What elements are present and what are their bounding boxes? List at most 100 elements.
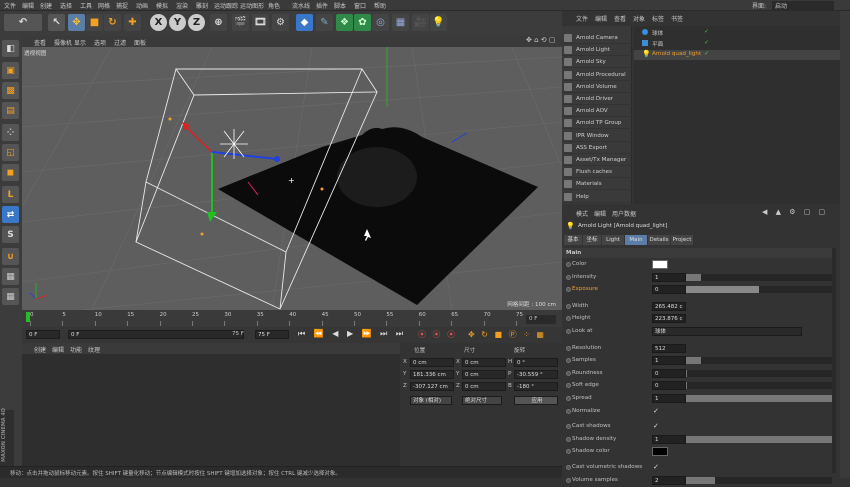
menu-item[interactable]: 运动跟踪 xyxy=(214,1,238,10)
menu-item[interactable]: 工具 xyxy=(80,1,92,10)
attr-row[interactable]: Height 223.876 c xyxy=(566,313,830,325)
object-menu-item[interactable]: 编辑 xyxy=(595,14,607,23)
attr-animation-dot[interactable] xyxy=(566,345,571,351)
axis-mode-icon[interactable]: L xyxy=(2,186,19,203)
object-menu-item[interactable]: 文件 xyxy=(576,14,588,23)
y-position-field[interactable]: 181.336 cm xyxy=(410,370,454,379)
attr-animation-dot[interactable] xyxy=(566,303,571,309)
move-tool-icon[interactable]: ✥ xyxy=(68,14,85,31)
arnold-menu-item[interactable]: Flush caches xyxy=(562,166,632,179)
coordinate-system-icon[interactable]: ⊕ xyxy=(210,14,227,31)
current-frame-field[interactable]: 0 F xyxy=(26,330,60,339)
arnold-menu-item[interactable]: Arnold Camera xyxy=(562,32,632,44)
attr-animation-dot[interactable] xyxy=(566,287,571,293)
x-axis-icon[interactable]: X xyxy=(150,14,167,31)
z-size-field[interactable]: 0 cm xyxy=(462,382,506,391)
attr-row[interactable]: Volume samples 2 xyxy=(566,475,832,487)
arnold-menu-item[interactable]: Arnold Sky xyxy=(562,56,632,69)
object-row-light[interactable]: 💡 Arnold quad_light ✓ xyxy=(634,50,840,60)
h-rotation-field[interactable]: 0 ° xyxy=(514,358,558,367)
viewport-menu-item[interactable]: 选项 xyxy=(94,38,106,47)
right-dock-strip[interactable] xyxy=(840,11,850,478)
attr-slider[interactable] xyxy=(686,382,832,390)
menu-item[interactable]: 模拟 xyxy=(156,1,168,10)
polygons-mode-icon[interactable]: ◼ xyxy=(2,164,19,181)
visibility-icon[interactable]: ✓ xyxy=(704,50,709,57)
edges-mode-icon[interactable]: ◱ xyxy=(2,144,19,161)
viewport-menu-item[interactable]: 摄像机 xyxy=(54,38,72,47)
attr-tab[interactable]: 基本 xyxy=(564,235,582,245)
menu-item[interactable]: 流水线 xyxy=(292,1,310,10)
attr-value-field[interactable]: 0 xyxy=(652,368,686,378)
attr-row[interactable]: Shadow density 1 xyxy=(566,434,832,446)
attr-row[interactable]: Color xyxy=(566,259,830,271)
color-swatch[interactable] xyxy=(652,260,668,269)
z-axis-icon[interactable]: Z xyxy=(188,14,205,31)
viewport-menu-item[interactable]: 过滤 xyxy=(114,38,126,47)
tweak-mode-icon[interactable]: ⇄ xyxy=(2,206,19,223)
visibility-icon[interactable]: ✓ xyxy=(704,28,709,35)
undo-button[interactable]: ↶ xyxy=(4,14,42,31)
attr-animation-dot[interactable] xyxy=(566,329,571,334)
pen-icon[interactable]: ✎ xyxy=(316,14,333,31)
menu-item[interactable]: 帮助 xyxy=(374,1,386,10)
snap-icon[interactable]: S xyxy=(2,226,19,243)
magnet-icon[interactable]: ∪ xyxy=(2,248,19,265)
playback-controls[interactable]: ⏮ ⏪ ◀ ▶ ⏩ ⏭ ⏭ xyxy=(298,329,406,339)
menu-item[interactable]: 动画 xyxy=(136,1,148,10)
menu-item[interactable]: 脚本 xyxy=(334,1,346,10)
grid-icon[interactable]: ▦ xyxy=(2,288,19,305)
menu-item[interactable]: 渲染 xyxy=(176,1,188,10)
apply-button[interactable]: 应用 xyxy=(514,396,558,405)
attr-checkbox[interactable]: ✓ xyxy=(653,407,659,415)
menu-item[interactable]: 角色 xyxy=(268,1,280,10)
select-tool-icon[interactable]: ↖ xyxy=(48,14,65,31)
attr-row[interactable]: Cast shadows ✓ xyxy=(566,421,830,433)
attr-value-field[interactable]: 2 xyxy=(652,475,686,485)
size-mode-select[interactable]: 绝对尺寸 xyxy=(462,396,502,405)
object-menu-item[interactable]: 书签 xyxy=(671,14,683,23)
lock-workplane-icon[interactable]: ▦ xyxy=(2,268,19,285)
menu-item[interactable]: 网格 xyxy=(98,1,110,10)
material-menu-item[interactable]: 功能 xyxy=(70,345,82,354)
texture-mode-icon[interactable]: ▩ xyxy=(2,82,19,99)
attr-value-field[interactable]: 0 xyxy=(652,285,686,295)
max-frame-field[interactable]: 75 F xyxy=(255,330,289,339)
attribute-menu-item[interactable]: 模式 xyxy=(576,209,588,218)
x-position-field[interactable]: 0 cm xyxy=(410,358,454,367)
coord-mode-select[interactable]: 对象 (相对) xyxy=(410,396,452,405)
menu-item[interactable]: 编辑 xyxy=(22,1,34,10)
viewport-menu-item[interactable]: 查看 xyxy=(34,38,46,47)
attr-animation-dot[interactable] xyxy=(566,274,571,280)
attr-scrollbar[interactable] xyxy=(832,248,836,473)
menu-item[interactable]: 文件 xyxy=(4,1,16,10)
light-icon[interactable]: 💡 xyxy=(430,14,447,31)
attr-value-field[interactable]: 球体 xyxy=(652,327,802,336)
attr-row[interactable]: Look at 球体 xyxy=(566,326,830,338)
material-menu-item[interactable]: 创建 xyxy=(34,345,46,354)
arnold-menu-item[interactable]: Asset/Tx Manager xyxy=(562,154,632,166)
arnold-menu-item[interactable]: Arnold Volume xyxy=(562,81,632,93)
rotate-tool-icon[interactable]: ↻ xyxy=(104,14,121,31)
attr-animation-dot[interactable] xyxy=(566,370,571,376)
attr-value-field[interactable]: 1 xyxy=(652,394,686,403)
attribute-menu-item[interactable]: 用户数据 xyxy=(612,209,636,218)
material-manager[interactable]: 创建 编辑 功能 纹理 xyxy=(22,343,400,466)
scale-tool-icon[interactable]: ■ xyxy=(86,14,103,31)
attr-animation-dot[interactable] xyxy=(566,424,571,430)
attr-row[interactable]: Intensity 1 xyxy=(566,272,832,284)
attr-slider[interactable] xyxy=(686,395,832,402)
attr-animation-dot[interactable] xyxy=(566,316,571,322)
start-frame-field[interactable]: 0 F xyxy=(68,330,244,339)
viewport-nav-icons[interactable]: ✥ ⌂ ⟲ ▢ xyxy=(526,36,555,44)
menu-item[interactable]: 运动图形 xyxy=(240,1,264,10)
render-picture-icon[interactable]: 🎞 xyxy=(252,14,269,31)
attr-row[interactable]: Spread 1 xyxy=(566,393,832,405)
arnold-menu-item[interactable]: Materials xyxy=(562,178,632,191)
floor-icon[interactable]: ▦ xyxy=(392,14,409,31)
timeline[interactable]: 0 5 10 15 20 25 30 35 40 45 50 55 60 65 70 75 0 F xyxy=(22,310,562,327)
menu-item[interactable]: 捕捉 xyxy=(116,1,128,10)
menu-item[interactable]: 创建 xyxy=(40,1,52,10)
menu-item[interactable]: 选择 xyxy=(60,1,72,10)
attr-row[interactable]: Exposure 0 xyxy=(566,284,832,296)
